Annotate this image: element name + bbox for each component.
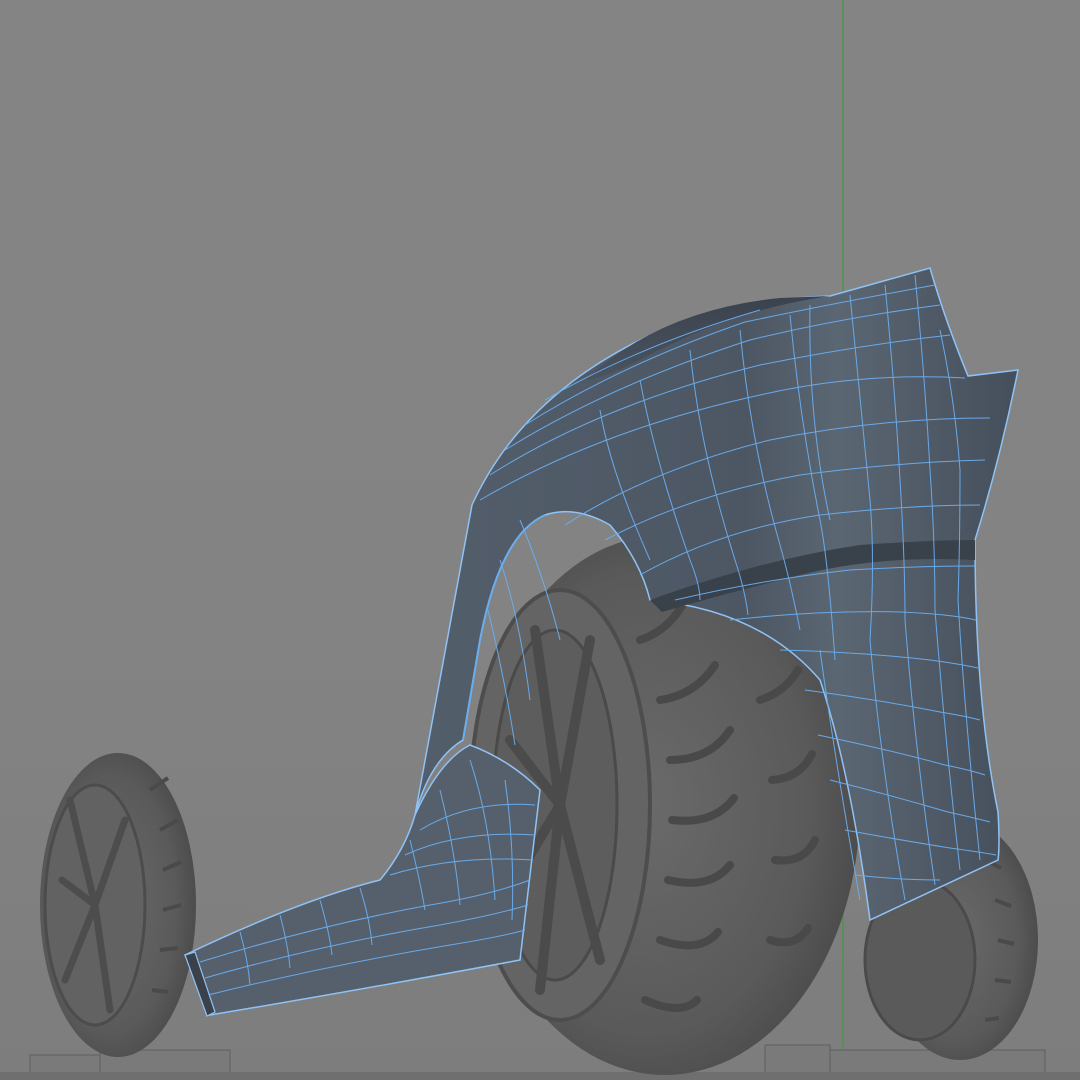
panel-face-sill <box>184 744 541 1016</box>
3d-viewport[interactable] <box>0 0 1080 1080</box>
scan-wheel-rear-left[interactable] <box>40 753 196 1057</box>
viewport-scene[interactable] <box>0 0 1080 1080</box>
ground-blocks <box>0 1044 1080 1080</box>
